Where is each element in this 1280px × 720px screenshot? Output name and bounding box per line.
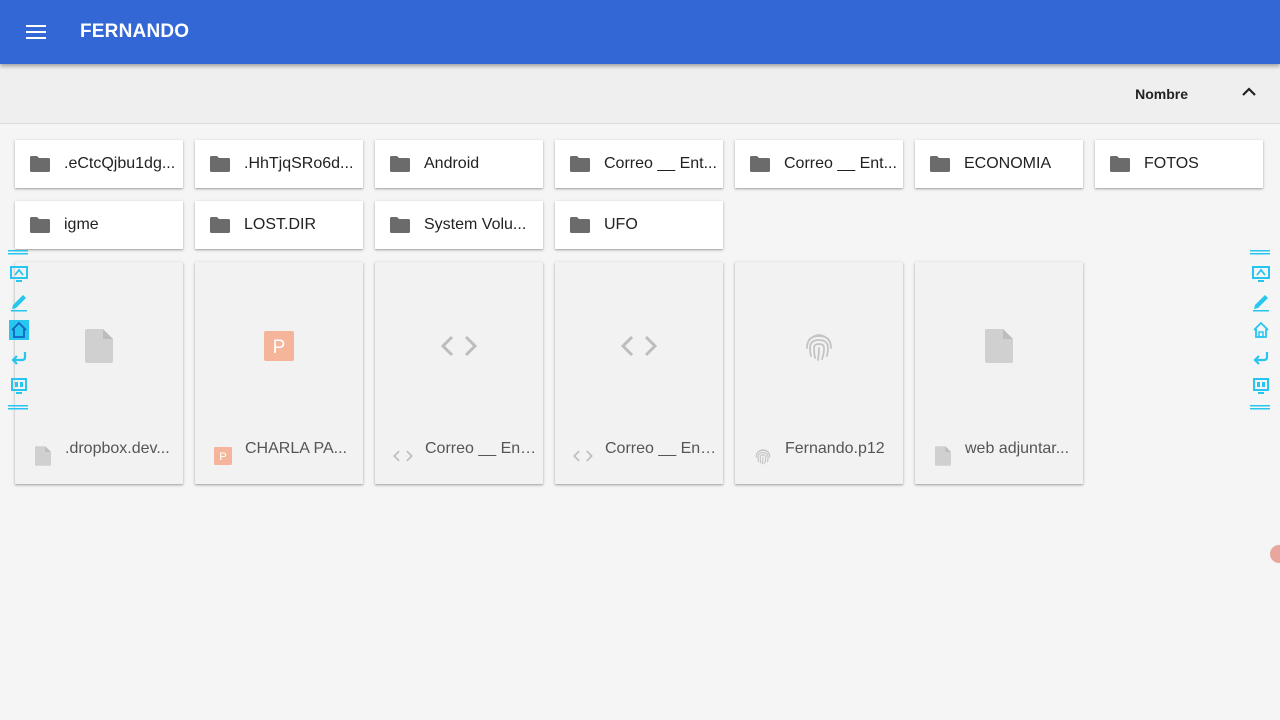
folder-name: Android: [424, 155, 480, 172]
folder-name: igme: [64, 216, 99, 233]
generic-file-icon: [985, 329, 1013, 363]
folder-item[interactable]: Correo __ Ent...: [735, 140, 903, 188]
fingerprint-certificate-icon: [755, 449, 771, 465]
folder-icon: [210, 217, 230, 233]
folder-name: Correo __ Ent...: [604, 155, 717, 172]
file-name: Correo __ Ent...: [605, 440, 717, 457]
code-file-icon: [441, 335, 477, 357]
folder-icon: [570, 156, 590, 172]
file-name: Fernando.p12: [785, 440, 885, 457]
home-icon[interactable]: [1251, 320, 1271, 340]
folder-name: .HhTjqSRo6d...: [244, 155, 354, 172]
sort-bar: Nombre: [0, 64, 1280, 124]
right-overlay-toolbar: [1250, 250, 1272, 412]
folder-icon: [210, 156, 230, 172]
folder-item[interactable]: LOST.DIR: [195, 201, 363, 249]
folder-item[interactable]: FOTOS: [1095, 140, 1263, 188]
folder-item[interactable]: ECONOMIA: [915, 140, 1083, 188]
app-title: FERNANDO: [80, 21, 190, 42]
folder-name: Correo __ Ent...: [784, 155, 897, 172]
folder-name: System Volu...: [424, 216, 527, 233]
home-icon[interactable]: [9, 320, 29, 340]
folder-item[interactable]: .eCtcQjbu1dg...: [15, 140, 183, 188]
left-overlay-toolbar: [8, 250, 30, 412]
folder-name: LOST.DIR: [244, 216, 317, 233]
file-name: web adjuntar...: [965, 440, 1070, 457]
generic-file-icon: [935, 446, 951, 466]
folder-name: FOTOS: [1144, 155, 1199, 172]
toolbar-grip-icon[interactable]: [1250, 405, 1270, 410]
svg-text:P: P: [273, 337, 286, 358]
powerpoint-file-icon: P: [214, 447, 232, 465]
file-name: .dropbox.dev...: [65, 440, 170, 457]
file-item[interactable]: Correo __ Ent...: [375, 262, 543, 484]
folder-icon: [570, 217, 590, 233]
folder-icon: [390, 217, 410, 233]
file-item[interactable]: Correo __ Ent...: [555, 262, 723, 484]
menu-button[interactable]: [0, 0, 72, 64]
folder-icon: [30, 156, 50, 172]
folder-item[interactable]: UFO: [555, 201, 723, 249]
folder-name: UFO: [604, 216, 638, 233]
projector-icon[interactable]: [9, 376, 29, 396]
folder-icon: [390, 156, 410, 172]
fingerprint-certificate-icon: [806, 334, 832, 361]
folder-name: ECONOMIA: [964, 155, 1052, 172]
folder-icon: [1110, 156, 1130, 172]
touch-indicator: [1270, 545, 1280, 563]
folder-item[interactable]: System Volu...: [375, 201, 543, 249]
folder-item[interactable]: igme: [15, 201, 183, 249]
toolbar-grip-icon[interactable]: [1250, 250, 1270, 255]
folder-icon: [750, 156, 770, 172]
file-name: Correo __ Ent...: [425, 440, 537, 457]
screen-share-icon[interactable]: [1251, 264, 1271, 284]
app-bar: FERNANDO: [0, 0, 1280, 64]
pencil-icon[interactable]: [9, 292, 29, 312]
folder-item[interactable]: Correo __ Ent...: [555, 140, 723, 188]
screen-share-icon[interactable]: [9, 264, 29, 284]
back-arrow-icon[interactable]: [9, 348, 29, 368]
folder-item[interactable]: Android: [375, 140, 543, 188]
svg-text:P: P: [219, 451, 227, 463]
sort-by-name-label[interactable]: Nombre: [1135, 86, 1188, 102]
file-item[interactable]: P P CHARLA PA...: [195, 262, 363, 484]
powerpoint-file-icon: P: [264, 331, 294, 361]
file-item[interactable]: web adjuntar...: [915, 262, 1083, 484]
generic-file-icon: [35, 446, 51, 466]
code-file-icon: [393, 450, 413, 462]
toolbar-grip-icon[interactable]: [8, 405, 28, 410]
folder-icon: [30, 217, 50, 233]
back-arrow-icon[interactable]: [1251, 348, 1271, 368]
file-item[interactable]: .dropbox.dev...: [15, 262, 183, 484]
folder-icon: [930, 156, 950, 172]
folder-name: .eCtcQjbu1dg...: [64, 155, 176, 172]
toolbar-grip-icon[interactable]: [8, 250, 28, 255]
chevron-up-icon[interactable]: [1238, 81, 1260, 103]
folder-item[interactable]: .HhTjqSRo6d...: [195, 140, 363, 188]
file-name: CHARLA PA...: [245, 440, 347, 457]
generic-file-icon: [85, 329, 113, 363]
code-file-icon: [573, 450, 593, 462]
projector-icon[interactable]: [1251, 376, 1271, 396]
pencil-icon[interactable]: [1251, 292, 1271, 312]
hamburger-menu-icon: [26, 25, 46, 39]
file-item[interactable]: Fernando.p12: [735, 262, 903, 484]
code-file-icon: [621, 335, 657, 357]
